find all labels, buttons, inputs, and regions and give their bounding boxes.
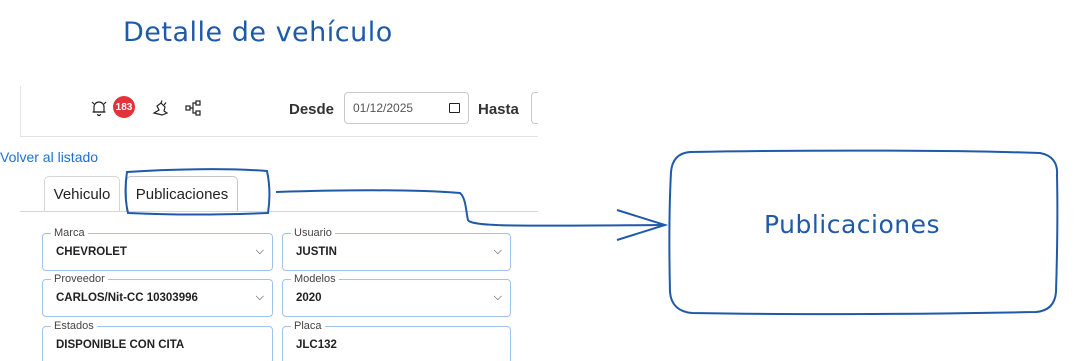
callout-label: Publicaciones <box>764 210 941 239</box>
connector-line <box>275 189 664 227</box>
tab-highlight-box <box>124 168 271 216</box>
annotation-overlay <box>124 149 1059 316</box>
